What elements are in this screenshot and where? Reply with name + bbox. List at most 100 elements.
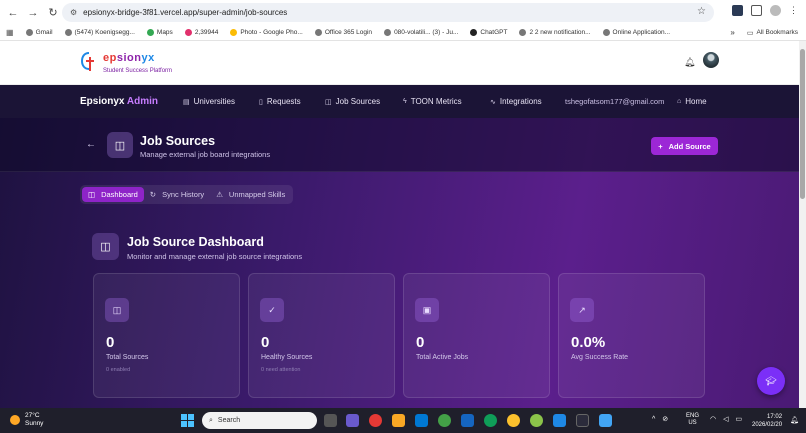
briefcase-icon: ▣ — [415, 298, 439, 322]
bookmark-item[interactable]: (5474) Koenigsegg... — [64, 29, 135, 36]
stat-card-total-sources: ◫ 0 Total Sources 0 enabled — [93, 273, 240, 398]
browser-toolbar: ← → ↻ ⚙ epsionyx-bridge-3f81.vercel.app/… — [0, 0, 806, 25]
clock[interactable]: 17:02 2026/02/20 — [752, 413, 782, 429]
stat-label: Avg Success Rate — [571, 354, 629, 361]
search-icon: ⌕ — [209, 416, 213, 424]
menu-dots-icon[interactable]: ⋮ — [789, 5, 798, 16]
logo-icon — [80, 52, 94, 71]
nav-home[interactable]: ⌂ Home — [677, 97, 707, 106]
copilot-icon[interactable] — [346, 414, 359, 427]
all-bookmarks[interactable]: ▭ All Bookmarks — [747, 29, 798, 37]
graduation-cap-fab-button[interactable]: 🎓︎ — [757, 367, 785, 395]
file-explorer-icon[interactable] — [392, 414, 405, 427]
bookmark-item[interactable]: Maps — [146, 29, 173, 36]
nav-toon-metrics[interactable]: ϟ TOON Metrics — [403, 97, 462, 106]
language-indicator[interactable]: ENG US — [686, 413, 699, 427]
outlook-icon[interactable] — [461, 414, 474, 427]
site-info-icon[interactable]: ⚙ — [70, 8, 77, 17]
back-arrow-icon[interactable]: ← — [86, 139, 96, 150]
more-bookmarks-icon[interactable]: » — [730, 28, 734, 37]
stat-value: 0 — [261, 334, 270, 351]
tab-unmapped-skills[interactable]: ⚠ Unmapped Skills — [210, 187, 291, 202]
quick-settings[interactable]: ◠ ◁ ▭ — [710, 415, 742, 423]
logo-wordmark[interactable]: epsionyx — [103, 52, 155, 64]
task-view-icon[interactable] — [324, 414, 337, 427]
tab-dashboard[interactable]: ◫ Dashboard — [82, 187, 144, 202]
warning-icon: ⚠ — [216, 190, 223, 199]
document-icon: ▯ — [259, 98, 263, 106]
weather-widget[interactable]: 27°C Sunny — [10, 412, 43, 428]
taskbar-search[interactable]: ⌕ Search — [202, 412, 317, 429]
bookmark-item[interactable]: Office 365 Login — [314, 29, 372, 36]
bolt-icon: ϟ — [403, 98, 407, 105]
plus-icon: + — [658, 141, 663, 151]
nav-integrations[interactable]: ∿ Integrations — [490, 97, 542, 106]
chevron-up-icon[interactable]: ^ — [652, 416, 655, 423]
home-icon: ⌂ — [677, 98, 682, 105]
database-icon: ◫ — [88, 190, 96, 199]
folder-icon: ▭ — [746, 29, 754, 37]
reload-icon[interactable]: ↻ — [46, 6, 60, 20]
tab-bar: ◫ Dashboard ↻ Sync History ⚠ Unmapped Skill… — [80, 185, 293, 204]
add-source-button[interactable]: + Add Source — [651, 137, 718, 155]
scroll-thumb[interactable] — [800, 49, 805, 199]
page-scrollbar[interactable] — [799, 41, 806, 408]
trending-up-icon: ↗ — [570, 298, 594, 322]
nav-universities[interactable]: ▤ Universities — [183, 97, 235, 106]
page-title: Job Sources — [140, 134, 216, 148]
chrome-green-icon[interactable] — [530, 414, 543, 427]
refresh-icon: ↻ — [149, 190, 157, 199]
windows-taskbar: 27°C Sunny ⌕ Search ^ ⊘ ENG US ◠ ◁ ▭ 17:02… — [0, 408, 806, 433]
puzzle-icon[interactable] — [751, 5, 762, 16]
profile-icon[interactable] — [770, 5, 781, 16]
windows-start-icon[interactable] — [181, 414, 194, 427]
bookmark-item[interactable]: Photo - Google Pho... — [230, 29, 303, 36]
user-email: tshegofatsom177@gmail.com — [565, 97, 665, 106]
dashboard-subtitle: Monitor and manage external job source i… — [127, 252, 303, 261]
stat-label: Total Active Jobs — [416, 354, 469, 361]
bookmark-item[interactable]: Online Application... — [602, 29, 670, 36]
edge-icon[interactable] — [484, 414, 497, 427]
bookmark-item[interactable]: 080-volatili... (3) - Ju... — [384, 29, 458, 36]
notepad-icon[interactable] — [599, 414, 612, 427]
stat-label: Healthy Sources — [261, 354, 313, 361]
store-icon[interactable] — [415, 414, 428, 427]
chrome-profile-icon[interactable] — [438, 414, 451, 427]
forward-arrow-icon[interactable]: → — [26, 6, 40, 20]
chrome-alt-icon[interactable] — [507, 414, 520, 427]
bookmark-item[interactable]: ChatGPT — [470, 29, 507, 36]
nav-requests[interactable]: ▯ Requests — [259, 97, 301, 106]
vscode-icon[interactable] — [553, 414, 566, 427]
address-bar[interactable]: ⚙ epsionyx-bridge-3f81.vercel.app/super-… — [62, 3, 714, 22]
bookmark-star-icon[interactable]: ☆ — [697, 6, 706, 17]
chrome-icon[interactable] — [369, 414, 382, 427]
speaker-icon: ◁ — [723, 416, 729, 423]
stat-label: Total Sources — [106, 354, 149, 361]
system-tray: ^ ⊘ — [652, 415, 668, 424]
bookmark-item[interactable]: Gmail — [25, 29, 53, 36]
bell-icon[interactable]: 🔔︎ — [684, 57, 695, 68]
apps-grid-icon[interactable]: ▦ — [6, 28, 14, 37]
network-off-icon[interactable]: ⊘ — [662, 415, 668, 423]
stat-note: 0 need attention — [261, 367, 301, 373]
bookmark-item[interactable]: 2 2 new notification... — [519, 29, 591, 36]
check-circle-icon: ✓ — [260, 298, 284, 322]
bookmark-item[interactable]: 2,39944 — [184, 29, 218, 36]
admin-brand[interactable]: Epsionyx Admin — [80, 96, 158, 107]
notification-bell-icon[interactable]: 🔔︎ — [790, 416, 799, 424]
extension-icon[interactable] — [732, 5, 743, 16]
dashboard-title: Job Source Dashboard — [127, 235, 264, 249]
extensions-area: ⋮ — [732, 5, 798, 16]
wifi-icon: ◠ — [710, 416, 717, 423]
database-icon: ◫ — [105, 298, 129, 322]
database-icon: ◫ — [107, 132, 133, 158]
terminal-icon[interactable] — [576, 414, 589, 427]
url-text: epsionyx-bridge-3f81.vercel.app/super-ad… — [83, 8, 288, 17]
nav-job-sources[interactable]: ◫ Job Sources — [325, 97, 380, 106]
avatar[interactable] — [703, 52, 719, 68]
stat-value: 0.0% — [571, 334, 606, 351]
back-arrow-icon[interactable]: ← — [6, 6, 20, 20]
logo-tagline: Student Success Platform — [103, 68, 173, 74]
tab-sync-history[interactable]: ↻ Sync History — [144, 187, 210, 202]
stat-value: 0 — [416, 334, 425, 351]
